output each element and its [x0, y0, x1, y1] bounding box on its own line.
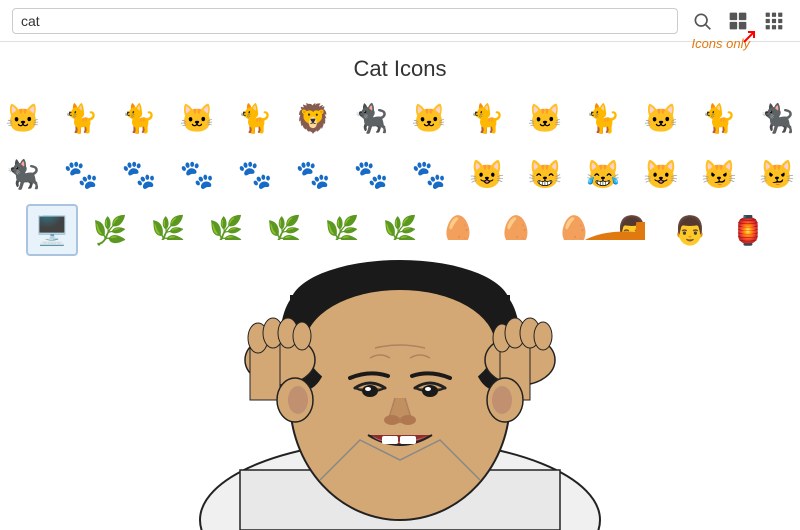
- list-item[interactable]: 🐈‍⬛: [751, 92, 800, 144]
- top-bar: [0, 0, 800, 42]
- list-item[interactable]: 🐈‍⬛: [0, 148, 49, 200]
- list-item[interactable]: 😼: [751, 148, 800, 200]
- list-item[interactable]: 😺: [461, 148, 513, 200]
- top-bar-icons: [688, 7, 788, 35]
- list-item[interactable]: 🐈: [461, 92, 513, 144]
- list-item[interactable]: 🖥️: [26, 204, 78, 256]
- list-item[interactable]: 🐈: [113, 92, 165, 144]
- list-item[interactable]: 🐈: [693, 92, 745, 144]
- list-item[interactable]: 🏮: [722, 204, 774, 256]
- list-item[interactable]: 😺: [635, 148, 687, 200]
- list-item[interactable]: 🐾: [345, 148, 397, 200]
- list-item[interactable]: 🐾: [287, 148, 339, 200]
- list-item[interactable]: 🐈: [55, 92, 107, 144]
- list-item[interactable]: 🐱: [635, 92, 687, 144]
- icon-row-2: 🐈‍⬛ 🐾 🐾 🐾 🐾 🐾 🐾 🐾 😺 😸 😹 😺 😼 😼: [0, 148, 800, 200]
- list-item[interactable]: 🐾: [113, 148, 165, 200]
- list-item[interactable]: 🐱: [171, 92, 223, 144]
- list-item[interactable]: 🦁: [287, 92, 339, 144]
- page-title: Cat Icons: [0, 56, 800, 82]
- list-item[interactable]: 🐱: [519, 92, 571, 144]
- list-item[interactable]: 🐾: [55, 148, 107, 200]
- list-item[interactable]: 😹: [577, 148, 629, 200]
- red-arrow-icon: [742, 30, 756, 44]
- list-item[interactable]: 😸: [519, 148, 571, 200]
- list-item[interactable]: 😼: [693, 148, 745, 200]
- icon-row-1: 🐱 🐈 🐈 🐱 🐈 🦁 🐈‍⬛ 🐱 🐈 🐱 🐈 🐱 🐈 🐈‍⬛: [0, 92, 800, 144]
- list-item[interactable]: 🐾: [403, 148, 455, 200]
- list-item[interactable]: 🐾: [229, 148, 281, 200]
- search-input[interactable]: [12, 8, 678, 34]
- icon-grid: 🐱 🐈 🐈 🐱 🐈 🦁 🐈‍⬛ 🐱 🐈 🐱 🐈 🐱 🐈 🐈‍⬛ 🐈‍⬛ 🐾 🐾 …: [0, 92, 800, 260]
- list-item[interactable]: 🐱: [0, 92, 49, 144]
- list-item[interactable]: 🌿: [84, 204, 136, 256]
- meme-image: [140, 240, 660, 530]
- search-button[interactable]: [688, 7, 716, 35]
- list-item[interactable]: 👨: [664, 204, 716, 256]
- list-item[interactable]: 🐈: [577, 92, 629, 144]
- list-item[interactable]: 🐈‍⬛: [345, 92, 397, 144]
- list-item[interactable]: 🐱: [403, 92, 455, 144]
- list-item[interactable]: 🐾: [171, 148, 223, 200]
- list-item[interactable]: 🐈: [229, 92, 281, 144]
- grid-small-button[interactable]: [760, 7, 788, 35]
